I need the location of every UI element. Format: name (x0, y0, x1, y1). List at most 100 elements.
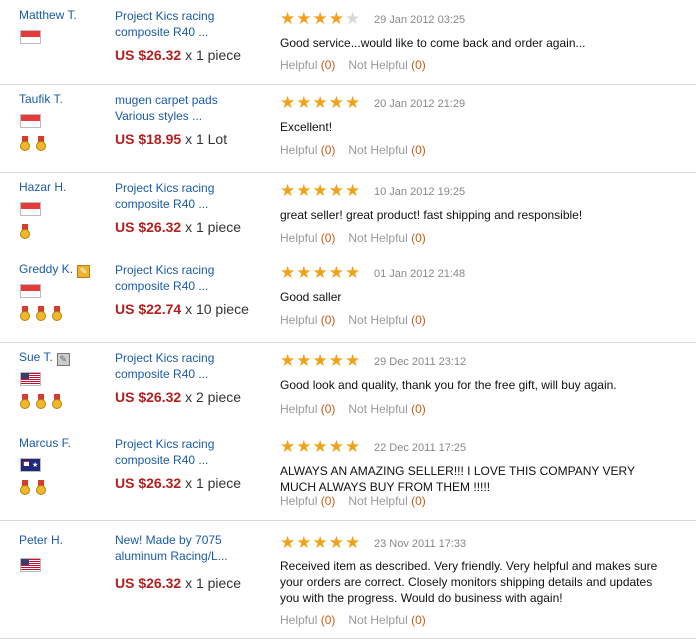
helpful-votes: Helpful (0) Not Helpful (0) (280, 402, 426, 416)
product-link[interactable]: Project Kics racing composite R40 ... (115, 180, 255, 212)
country-flag (20, 202, 41, 216)
buyer-medals (19, 136, 47, 152)
buyer-name[interactable]: Hazar H. (19, 180, 66, 194)
not-helpful-button[interactable]: Not Helpful (0) (348, 494, 425, 508)
helpful-button[interactable]: Helpful (0) (280, 231, 335, 245)
buyer-name[interactable]: Greddy K. ✎ (19, 262, 91, 278)
star-icon: ★ (345, 181, 361, 200)
not-helpful-button[interactable]: Not Helpful (0) (348, 143, 425, 157)
star-icon: ★ (312, 93, 328, 112)
not-helpful-button[interactable]: Not Helpful (0) (348, 231, 425, 245)
helpful-votes: Helpful (0) Not Helpful (0) (280, 143, 426, 157)
star-icon: ★ (296, 93, 312, 112)
review-entry: Greddy K. ✎ Project Kics racing composite… (0, 254, 696, 342)
buyer-name[interactable]: Marcus F. (19, 436, 71, 450)
buyer-name[interactable]: Peter H. (19, 533, 63, 547)
star-icon: ★ (312, 533, 328, 552)
star-icon: ★ (312, 263, 328, 282)
review-date: 20 Jan 2012 21:29 (374, 98, 466, 110)
medal-icon (35, 394, 47, 410)
helpful-button[interactable]: Helpful (0) (280, 313, 335, 327)
star-icon: ★ (312, 9, 328, 28)
helpful-button[interactable]: Helpful (0) (280, 494, 335, 508)
not-helpful-button[interactable]: Not Helpful (0) (348, 58, 425, 72)
star-icon: ★ (312, 437, 328, 456)
product-link[interactable]: Project Kics racing composite R40 ... (115, 350, 255, 382)
rating-stars: ★ ★ ★ ★ ★ (280, 94, 360, 111)
helpful-button[interactable]: Helpful (0) (280, 613, 335, 627)
order-price: US $26.32 x 2 piece (115, 389, 242, 405)
review-date: 01 Jan 2012 21:48 (374, 268, 466, 280)
review-row: Matthew T. Project Kics racing composite… (0, 0, 696, 85)
star-icon: ★ (345, 533, 361, 552)
star-icon: ★ (296, 533, 312, 552)
star-icon: ★ (312, 181, 328, 200)
medal-icon (19, 480, 31, 496)
helpful-button[interactable]: Helpful (0) (280, 402, 335, 416)
helpful-votes: Helpful (0) Not Helpful (0) (280, 494, 426, 508)
medal-icon (51, 306, 63, 322)
star-icon: ★ (296, 263, 312, 282)
product-link[interactable]: Project Kics racing composite R40 ... (115, 262, 255, 294)
not-helpful-button[interactable]: Not Helpful (0) (348, 402, 425, 416)
rating-stars: ★ ★ ★ ★ ★ (280, 182, 360, 199)
buyer-name[interactable]: Taufik T. (19, 92, 63, 106)
review-row: Peter H. New! Made by 7075 aluminum Raci… (0, 520, 696, 639)
buyer-medals (19, 394, 63, 410)
review-comment: ALWAYS AN AMAZING SELLER!!! I LOVE THIS … (280, 464, 635, 494)
medal-icon (51, 394, 63, 410)
review-row: Hazar H. Project Kics racing composite R… (0, 172, 696, 343)
star-icon: ★ (345, 93, 361, 112)
order-price: US $22.74 x 10 piece (115, 301, 249, 317)
star-icon: ★ (296, 437, 312, 456)
star-icon: ★ (296, 9, 312, 28)
star-icon: ★ (328, 263, 344, 282)
helpful-votes: Helpful (0) Not Helpful (0) (280, 58, 426, 72)
helpful-button[interactable]: Helpful (0) (280, 58, 335, 72)
medal-icon (19, 136, 31, 152)
rating-stars: ★ ★ ★ ★ ★ (280, 438, 360, 455)
product-link[interactable]: New! Made by 7075 aluminum Racing/L... (115, 532, 255, 564)
rating-stars: ★ ★ ★ ★ ★ (280, 10, 360, 27)
medal-icon (35, 136, 47, 152)
review-date: 23 Nov 2011 17:33 (374, 538, 467, 550)
star-icon: ★ (345, 9, 361, 28)
order-price: US $26.32 x 1 piece (115, 475, 242, 491)
buyer-medals (19, 480, 47, 496)
star-icon: ★ (328, 533, 344, 552)
buyer-name[interactable]: Sue T. ✎ (19, 350, 70, 366)
star-icon: ★ (280, 181, 296, 200)
not-helpful-button[interactable]: Not Helpful (0) (348, 313, 425, 327)
star-icon: ★ (296, 351, 312, 370)
seller-feedback-mark-icon: ✎ (56, 353, 70, 366)
star-icon: ★ (328, 351, 344, 370)
buyer-medals (19, 224, 31, 240)
medal-icon (19, 224, 31, 240)
rating-stars: ★ ★ ★ ★ ★ (280, 264, 360, 281)
product-link[interactable]: Project Kics racing composite R40 ... (115, 8, 255, 40)
order-price: US $26.32 x 1 piece (115, 47, 242, 63)
star-icon: ★ (280, 533, 296, 552)
review-comment: Received item as described. Very friendl… (280, 559, 658, 605)
review-row: Taufik T. mugen carpet pads Various styl… (0, 84, 696, 173)
not-helpful-button[interactable]: Not Helpful (0) (348, 613, 425, 627)
country-flag (20, 284, 41, 298)
star-icon: ★ (312, 351, 328, 370)
buyer-name[interactable]: Matthew T. (19, 8, 77, 22)
helpful-button[interactable]: Helpful (0) (280, 143, 335, 157)
product-link[interactable]: Project Kics racing composite R40 ... (115, 436, 255, 468)
review-date: 22 Dec 2011 17:25 (374, 442, 467, 454)
review-comment: Excellent! (280, 120, 333, 134)
order-price: US $26.32 x 1 piece (115, 219, 242, 235)
order-price: US $26.32 x 1 piece (115, 575, 242, 591)
star-icon: ★ (280, 263, 296, 282)
product-link[interactable]: mugen carpet pads Various styles ... (115, 92, 255, 124)
helpful-votes: Helpful (0) Not Helpful (0) (280, 613, 426, 627)
rating-stars: ★ ★ ★ ★ ★ (280, 534, 360, 551)
country-flag (20, 114, 41, 128)
country-flag (20, 458, 41, 472)
review-date: 29 Jan 2012 03:25 (374, 14, 466, 26)
order-price: US $18.95 x 1 Lot (115, 131, 228, 147)
star-icon: ★ (280, 9, 296, 28)
seller-feedback-mark-icon: ✎ (77, 265, 91, 278)
